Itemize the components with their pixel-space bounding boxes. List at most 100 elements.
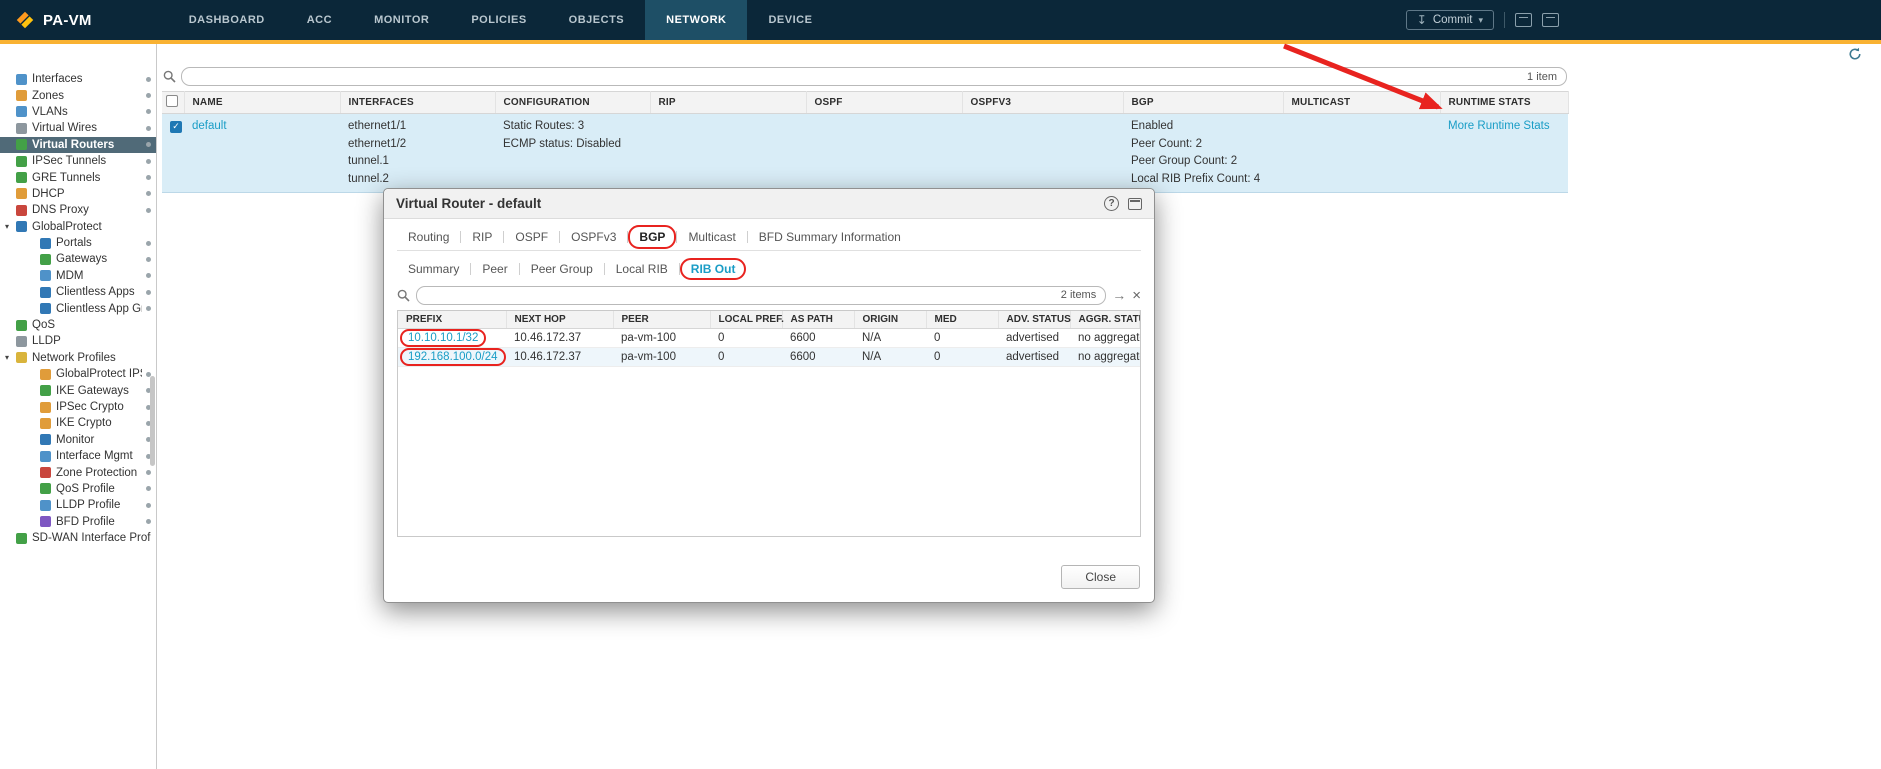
table-row[interactable]: 10.10.10.1/3210.46.172.37pa-vm-10006600N… xyxy=(398,329,1140,348)
status-dot xyxy=(146,470,151,475)
column-header-prefix[interactable]: PREFIX xyxy=(398,311,506,329)
more-runtime-stats-link[interactable]: More Runtime Stats xyxy=(1448,120,1550,132)
nav-tab-monitor[interactable]: MONITOR xyxy=(353,0,450,40)
sidebar-item-ipsec-crypto[interactable]: IPSec Crypto xyxy=(0,399,156,415)
dialog-tab-ospfv3[interactable]: OSPFv3 xyxy=(560,225,627,249)
sidebar-item-ike-crypto[interactable]: IKE Crypto xyxy=(0,415,156,431)
refresh-icon[interactable] xyxy=(1848,47,1862,64)
sidebar-item-clientless-apps[interactable]: Clientless Apps xyxy=(0,284,156,300)
close-button[interactable]: Close xyxy=(1061,565,1140,589)
column-header-as-path[interactable]: AS PATH xyxy=(782,311,854,329)
sidebar-item-virtual-wires[interactable]: Virtual Wires xyxy=(0,120,156,136)
sidebar-item-sd-wan-interface-profile[interactable]: SD-WAN Interface Profile xyxy=(0,530,156,546)
sidebar-item-label: QoS xyxy=(32,319,151,331)
column-header-ospfv3[interactable]: OSPFV3 xyxy=(962,92,1123,114)
select-all-checkbox[interactable] xyxy=(166,95,178,107)
sidebar-item-interfaces[interactable]: Interfaces xyxy=(0,71,156,87)
virtual-wires-icon xyxy=(16,123,27,134)
sidebar-item-monitor[interactable]: Monitor xyxy=(0,432,156,448)
column-header-ospf[interactable]: OSPF xyxy=(806,92,962,114)
column-header-local-pref[interactable]: LOCAL PREF. xyxy=(710,311,782,329)
column-header-multicast[interactable]: MULTICAST xyxy=(1283,92,1440,114)
sidebar-item-qos-profile[interactable]: QoS Profile xyxy=(0,481,156,497)
sidebar-item-lldp[interactable]: LLDP xyxy=(0,333,156,349)
sidebar-item-virtual-routers[interactable]: Virtual Routers xyxy=(0,137,156,153)
sidebar-item-interface-mgmt[interactable]: Interface Mgmt xyxy=(0,448,156,464)
sidebar-item-globalprotect-ipsec-crypto[interactable]: GlobalProtect IPSec Crypto xyxy=(0,366,156,382)
clear-filter-icon[interactable]: × xyxy=(1132,288,1141,303)
sidebar-item-dhcp[interactable]: DHCP xyxy=(0,186,156,202)
nav-tab-network[interactable]: NETWORK xyxy=(645,0,747,40)
sidebar-item-zone-protection[interactable]: Zone Protection xyxy=(0,464,156,480)
column-header-origin[interactable]: ORIGIN xyxy=(854,311,926,329)
dialog-subtab-rib-out[interactable]: RIB Out xyxy=(680,258,747,280)
sidebar-item-ipsec-tunnels[interactable]: IPSec Tunnels xyxy=(0,153,156,169)
prefix-link[interactable]: 10.10.10.1/32 xyxy=(400,329,486,347)
dialog-tab-multicast[interactable]: Multicast xyxy=(677,225,746,249)
sidebar-item-ike-gateways[interactable]: IKE Gateways xyxy=(0,382,156,398)
search-box: 1 item xyxy=(181,67,1567,86)
sidebar-item-vlans[interactable]: VLANs xyxy=(0,104,156,120)
sidebar-item-qos[interactable]: QoS xyxy=(0,317,156,333)
dialog-subtab-peer-group[interactable]: Peer Group xyxy=(520,258,604,280)
dialog-subtab-summary[interactable]: Summary xyxy=(397,258,470,280)
column-header-interfaces[interactable]: INTERFACES xyxy=(340,92,495,114)
commit-button[interactable]: ↧ Commit ▾ xyxy=(1406,10,1494,30)
sidebar-item-network-profiles[interactable]: ▾Network Profiles xyxy=(0,350,156,366)
search-input[interactable] xyxy=(182,68,1566,85)
popout-icon[interactable] xyxy=(1128,198,1142,210)
dialog-tab-routing[interactable]: Routing xyxy=(397,225,460,249)
dialog-subtab-local-rib[interactable]: Local RIB xyxy=(605,258,679,280)
column-header-adv-status[interactable]: ADV. STATUS xyxy=(998,311,1070,329)
next-hop-cell: 10.46.172.37 xyxy=(506,348,613,367)
nav-tab-dashboard[interactable]: DASHBOARD xyxy=(168,0,286,40)
sidebar-item-portals[interactable]: Portals xyxy=(0,235,156,251)
sidebar-item-zones[interactable]: Zones xyxy=(0,87,156,103)
sidebar-scrollbar[interactable] xyxy=(150,376,155,466)
dialog-tab-rip[interactable]: RIP xyxy=(461,225,503,249)
med-cell: 0 xyxy=(926,348,998,367)
sidebar-item-dns-proxy[interactable]: DNS Proxy xyxy=(0,202,156,218)
dialog-tab-bgp[interactable]: BGP xyxy=(628,225,676,249)
column-header-configuration[interactable]: CONFIGURATION xyxy=(495,92,650,114)
sidebar-item-gre-tunnels[interactable]: GRE Tunnels xyxy=(0,169,156,185)
bgp-status-line: Peer Count: 2 xyxy=(1131,136,1275,154)
column-header-med[interactable]: MED xyxy=(926,311,998,329)
tasks-icon[interactable] xyxy=(1515,13,1532,27)
status-dot xyxy=(146,503,151,508)
dialog-tab-ospf[interactable]: OSPF xyxy=(504,225,559,249)
column-header-peer[interactable]: PEER xyxy=(613,311,710,329)
nav-tab-device[interactable]: DEVICE xyxy=(747,0,833,40)
help-icon[interactable]: ? xyxy=(1104,196,1119,211)
sidebar-item-bfd-profile[interactable]: BFD Profile xyxy=(0,514,156,530)
table-row-default[interactable]: ✓ default ethernet1/1ethernet1/2tunnel.1… xyxy=(162,114,1568,193)
sidebar-item-gateways[interactable]: Gateways xyxy=(0,251,156,267)
column-header-aggr-status[interactable]: AGGR. STATUS xyxy=(1070,311,1140,329)
sidebar-item-globalprotect[interactable]: ▾GlobalProtect xyxy=(0,219,156,235)
sidebar-item-clientless-app-groups[interactable]: Clientless App Groups xyxy=(0,300,156,316)
nav-tab-policies[interactable]: POLICIES xyxy=(450,0,547,40)
sidebar-item-label: BFD Profile xyxy=(56,516,142,528)
sidebar-item-lldp-profile[interactable]: LLDP Profile xyxy=(0,497,156,513)
window-icon[interactable] xyxy=(1542,13,1559,27)
dialog-tab-bfd-summary-information[interactable]: BFD Summary Information xyxy=(748,225,912,249)
prefix-link[interactable]: 192.168.100.0/24 xyxy=(400,348,506,366)
search-icon xyxy=(163,70,176,83)
dialog-subtab-peer[interactable]: Peer xyxy=(471,258,518,280)
column-header-runtime-stats[interactable]: RUNTIME STATS xyxy=(1440,92,1568,114)
column-header-bgp[interactable]: BGP xyxy=(1123,92,1283,114)
sidebar-item-mdm[interactable]: MDM xyxy=(0,268,156,284)
collapse-caret-icon[interactable]: ▾ xyxy=(5,223,16,231)
column-header-name[interactable]: NAME xyxy=(184,92,340,114)
row-checkbox[interactable]: ✓ xyxy=(170,121,182,133)
nav-tab-objects[interactable]: OBJECTS xyxy=(548,0,645,40)
table-row[interactable]: 192.168.100.0/2410.46.172.37pa-vm-100066… xyxy=(398,348,1140,367)
vr-name-link[interactable]: default xyxy=(192,120,227,132)
column-header-next-hop[interactable]: NEXT HOP xyxy=(506,311,613,329)
nav-tab-acc[interactable]: ACC xyxy=(286,0,353,40)
dialog-search-input[interactable] xyxy=(417,287,1105,304)
collapse-caret-icon[interactable]: ▾ xyxy=(5,354,16,362)
gateways-icon xyxy=(40,254,51,265)
column-header-rip[interactable]: RIP xyxy=(650,92,806,114)
apply-filter-icon[interactable]: → xyxy=(1112,288,1126,302)
